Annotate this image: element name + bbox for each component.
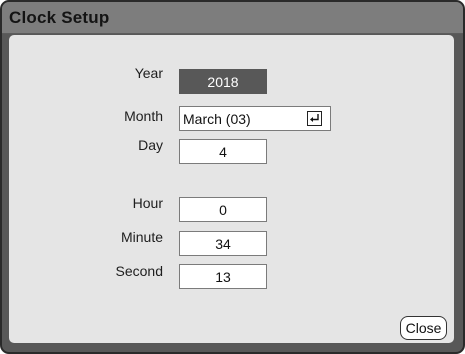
hour-label: Hour [132,195,163,211]
enter-return-icon[interactable] [307,111,322,126]
hour-field[interactable]: 0 [179,197,267,222]
day-label: Day [138,137,163,153]
year-field[interactable]: 2018 [179,69,267,94]
year-label: Year [134,65,163,81]
second-label: Second [115,263,163,279]
dialog-title: Clock Setup [9,8,110,27]
day-field[interactable]: 4 [179,139,267,164]
month-label: Month [124,108,163,124]
close-button[interactable]: Close [400,316,447,340]
clock-setup-dialog: Clock Setup Year 2018 Month March (03) D… [0,0,465,354]
second-field[interactable]: 13 [179,264,267,289]
title-bar: Clock Setup [2,2,463,34]
minute-label: Minute [120,229,163,245]
month-select[interactable]: March (03) [179,106,331,131]
minute-field[interactable]: 34 [179,231,267,256]
month-value: March (03) [183,111,251,127]
clock-settings-panel: Year 2018 Month March (03) Day 4 Hour 0 … [9,35,454,343]
